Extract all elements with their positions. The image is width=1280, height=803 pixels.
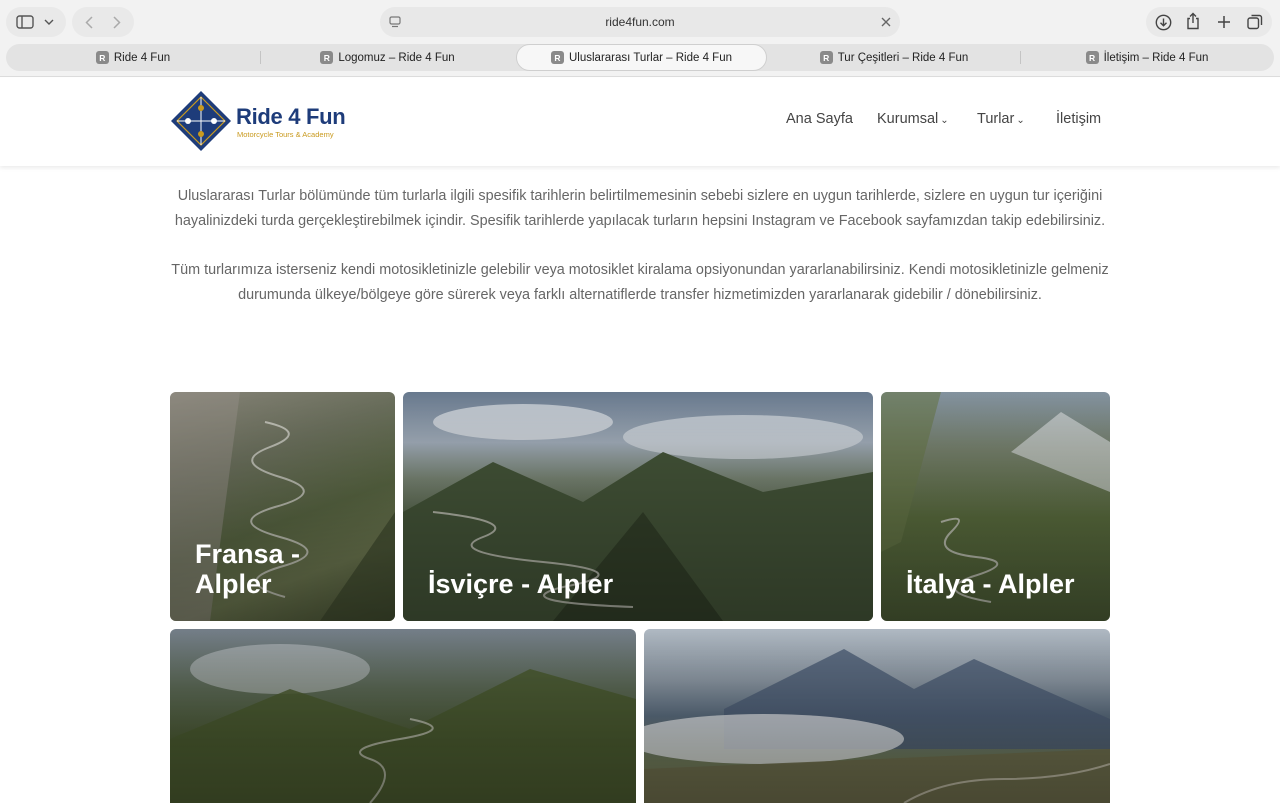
logo-tagline: Motorcycle Tours & Academy — [237, 130, 334, 139]
intro-paragraph-1: Uluslararası Turlar bölümünde tüm turlar… — [170, 184, 1110, 233]
tour-card-isvicre[interactable]: İsviçre - Alpler — [403, 392, 873, 621]
site-header: Ride 4 Fun Motorcycle Tours & Academy An… — [0, 78, 1280, 166]
nav-kurumsal[interactable]: Kurumsal ⌄ — [877, 111, 949, 127]
paragraph-line: hayalinizdeki turda gerçekleştirebilmek … — [174, 212, 1106, 229]
image-overlay — [644, 629, 1110, 803]
tab-uluslararasi-turlar[interactable]: R Uluslararası Turlar – Ride 4 Fun — [516, 44, 767, 71]
intro-paragraph-2: Tüm turlarımıza isterseniz kendi motosik… — [170, 258, 1110, 307]
tab-ride-4-fun[interactable]: R Ride 4 Fun — [6, 44, 260, 71]
logo-emblem-icon — [171, 91, 231, 151]
tab-iletisim[interactable]: R İletişim – Ride 4 Fun — [1020, 44, 1274, 71]
favicon: R — [1085, 51, 1099, 64]
forward-icon[interactable] — [108, 13, 126, 31]
nav-iletisim[interactable]: İletişim — [1056, 111, 1101, 127]
favicon: R — [95, 51, 109, 64]
tour-title: İsviçre - Alpler — [428, 569, 614, 599]
nav-label: İletişim — [1056, 111, 1102, 127]
favicon: R — [320, 51, 334, 64]
tour-title: Fransa - Alpler — [195, 539, 300, 599]
tour-title: İtalya - Alpler — [906, 569, 1075, 599]
tour-card-5[interactable] — [644, 629, 1110, 803]
tab-tur-cesitleri[interactable]: R Tur Çeşitleri – Ride 4 Fun — [768, 44, 1020, 71]
new-tab-icon[interactable] — [1214, 12, 1234, 32]
paragraph-line: durumunda ülkeye/bölgeye göre sürerek ve… — [238, 286, 1042, 303]
tab-label: Logomuz – Ride 4 Fun — [338, 51, 455, 64]
nav-ana-sayfa[interactable]: Ana Sayfa — [786, 111, 853, 127]
nav-label: Kurumsal — [877, 111, 939, 127]
nav-label: Ana Sayfa — [786, 111, 853, 127]
nav-turlar[interactable]: Turlar ⌄ — [977, 111, 1025, 127]
back-icon[interactable] — [80, 13, 98, 31]
paragraph-line: Tüm turlarımıza isterseniz kendi motosik… — [171, 262, 1109, 278]
download-icon[interactable] — [1153, 12, 1173, 32]
tour-title-line: Alpler — [195, 569, 272, 599]
nav-label: Turlar — [977, 111, 1015, 127]
favicon: R — [551, 51, 564, 64]
paragraph-line: Uluslararası Turlar bölümünde tüm turlar… — [177, 188, 1103, 204]
tab-overview-icon[interactable] — [1245, 12, 1265, 32]
share-icon[interactable] — [1183, 11, 1203, 31]
url-text: ride4fun.com — [605, 15, 675, 29]
tab-bar: R Ride 4 Fun R Logomuz – Ride 4 Fun R Ul… — [6, 44, 1274, 71]
tour-title-line: Fransa - — [195, 539, 301, 569]
favicon: R — [819, 51, 833, 64]
chevron-down-icon: ⌄ — [940, 115, 949, 126]
tab-label: İletişim – Ride 4 Fun — [1103, 51, 1209, 64]
tab-label: Ride 4 Fun — [113, 51, 171, 64]
tour-card-4[interactable] — [170, 629, 636, 803]
tour-card-italya[interactable]: İtalya - Alpler — [881, 392, 1110, 621]
logo-name: Ride 4 Fun — [236, 104, 346, 129]
tour-card-fransa[interactable]: Fransa - Alpler — [170, 392, 395, 621]
tab-label: Uluslararası Turlar – Ride 4 Fun — [569, 51, 732, 64]
chevron-down-icon[interactable] — [40, 14, 58, 30]
address-bar[interactable]: ride4fun.com — [380, 7, 900, 37]
image-overlay — [170, 629, 636, 803]
chevron-down-icon: ⌄ — [1016, 115, 1025, 126]
tab-logomuz[interactable]: R Logomuz – Ride 4 Fun — [260, 44, 515, 71]
sidebar-icon[interactable] — [14, 13, 36, 31]
clear-url-icon[interactable] — [878, 14, 894, 30]
browser-chrome: ride4fun.com R Ride 4 Fun R Logomuz – Ri… — [0, 0, 1280, 77]
tab-label: Tur Çeşitleri – Ride 4 Fun — [837, 51, 969, 64]
site-logo[interactable]: Ride 4 Fun Motorcycle Tours & Academy — [170, 90, 346, 154]
